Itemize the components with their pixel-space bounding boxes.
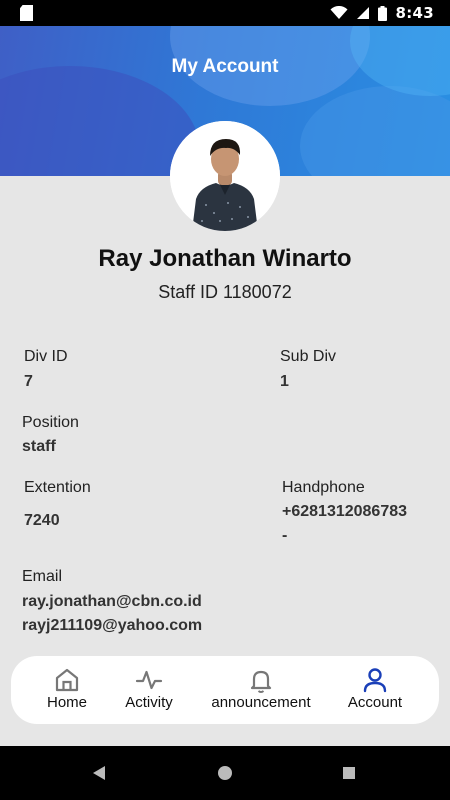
nav-activity-label: Activity <box>125 694 173 711</box>
home-icon <box>55 668 79 692</box>
bell-icon <box>250 670 272 693</box>
email-value: ray.jonathan@cbn.co.id <box>22 593 202 610</box>
handphone-value-secondary: - <box>282 527 288 544</box>
status-icons: 8:43 <box>330 0 434 26</box>
div-id-label: Div ID <box>24 348 68 365</box>
status-bar: 8:43 <box>0 0 450 26</box>
nav-announcement[interactable]: announcement <box>205 656 317 724</box>
wifi-icon <box>330 6 348 19</box>
position-label: Position <box>22 414 79 431</box>
nav-announcement-label: announcement <box>211 694 311 711</box>
account-icon <box>363 668 387 693</box>
sub-div-label: Sub Div <box>280 348 337 365</box>
back-icon[interactable] <box>92 766 106 780</box>
sd-card-icon <box>20 5 33 21</box>
status-time: 8:43 <box>395 4 434 22</box>
avatar <box>170 121 280 231</box>
sub-div-value: 1 <box>280 373 289 390</box>
profile-name: Ray Jonathan Winarto <box>98 245 352 272</box>
recents-icon[interactable] <box>343 767 355 779</box>
email-label: Email <box>22 568 63 585</box>
nav-home-label: Home <box>46 694 87 711</box>
home-button-icon[interactable] <box>218 766 232 780</box>
nav-account[interactable]: Account <box>339 656 411 724</box>
bottom-nav: Home Activity announcement Account <box>11 656 439 724</box>
handphone-value: +6281312086783 <box>282 503 408 520</box>
nav-account-label: Account <box>347 694 403 711</box>
nav-activity[interactable]: Activity <box>115 656 183 724</box>
staff-id: Staff ID 1180072 <box>158 282 292 302</box>
nav-home[interactable]: Home <box>33 656 101 724</box>
system-nav-bar <box>0 746 450 800</box>
activity-icon <box>135 670 163 690</box>
page-title: My Account <box>171 56 279 77</box>
div-id-value: 7 <box>24 373 33 390</box>
handphone-label: Handphone <box>282 479 365 496</box>
signal-icon <box>357 7 370 19</box>
battery-icon <box>378 5 388 21</box>
email-value-secondary: rayj211109@yahoo.com <box>22 617 203 634</box>
extention-label: Extention <box>24 479 91 496</box>
extention-value: 7240 <box>24 512 60 529</box>
position-value: staff <box>22 438 56 455</box>
